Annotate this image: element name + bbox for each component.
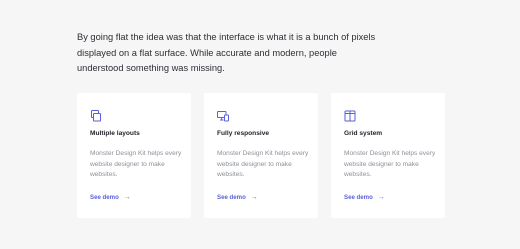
card-title: Fully responsive	[217, 130, 270, 137]
see-demo-link[interactable]: See demo →	[90, 194, 179, 201]
layers-icon	[90, 110, 102, 122]
feature-cards: Multiple layouts Monster Design Kit help…	[77, 93, 445, 218]
feature-card-grid-system: Grid system Monster Design Kit helps eve…	[331, 93, 445, 218]
intro-paragraph: By going flat the idea was that the inte…	[77, 32, 376, 73]
arrow-right-icon: →	[250, 193, 258, 201]
card-description: Monster Design Kit helps every website d…	[217, 150, 309, 179]
card-title: Multiple layouts	[90, 130, 140, 137]
features-section: By going flat the idea was that the inte…	[0, 0, 520, 249]
responsive-devices-icon	[217, 110, 229, 122]
see-demo-link[interactable]: See demo →	[217, 194, 306, 201]
card-description: Monster Design Kit helps every website d…	[90, 150, 182, 179]
see-demo-link[interactable]: See demo →	[344, 194, 433, 201]
card-title: Grid system	[344, 130, 383, 137]
card-description: Monster Design Kit helps every website d…	[344, 150, 436, 179]
feature-card-multiple-layouts: Multiple layouts Monster Design Kit help…	[77, 93, 191, 218]
arrow-right-icon: →	[123, 193, 131, 201]
see-demo-label: See demo	[217, 193, 246, 201]
see-demo-label: See demo	[344, 193, 373, 201]
arrow-right-icon: →	[377, 193, 385, 201]
feature-card-fully-responsive: Fully responsive Monster Design Kit help…	[204, 93, 318, 218]
see-demo-label: See demo	[90, 193, 119, 201]
grid-layout-icon	[344, 110, 356, 122]
